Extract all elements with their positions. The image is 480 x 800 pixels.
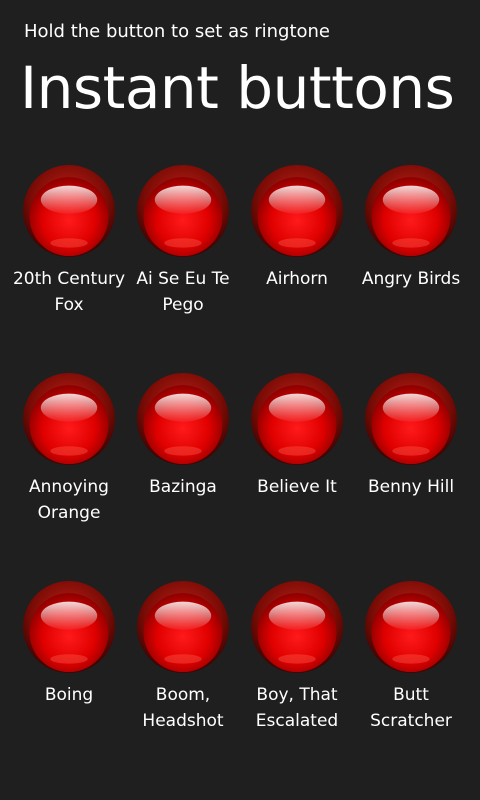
red-push-button-icon[interactable] [22, 164, 116, 258]
red-push-button-icon[interactable] [136, 372, 230, 466]
sound-button-label: Boom, Headshot [142, 685, 224, 731]
red-push-button-icon[interactable] [250, 372, 344, 466]
red-push-button-icon[interactable] [136, 580, 230, 674]
sound-button[interactable]: Airhorn [240, 158, 354, 366]
sound-button[interactable]: Butt Scratcher [354, 574, 468, 782]
sound-button-label: Angry Birds [361, 269, 461, 289]
sound-button-label: Boy, That Escalated [255, 685, 339, 731]
sound-button[interactable]: Ai Se Eu Te Pego [126, 158, 240, 366]
sound-button[interactable]: Boing [12, 574, 126, 782]
red-push-button-icon[interactable] [364, 372, 458, 466]
sound-button[interactable]: Believe It [240, 366, 354, 574]
sound-button-label: Believe It [257, 477, 337, 497]
sound-button-label: Boing [44, 685, 94, 705]
sound-button[interactable]: Boom, Headshot [126, 574, 240, 782]
red-push-button-icon[interactable] [22, 372, 116, 466]
red-push-button-icon[interactable] [22, 580, 116, 674]
sound-button-label: Bazinga [149, 477, 217, 497]
sound-button[interactable]: Annoying Orange [12, 366, 126, 574]
sound-button-label: Benny Hill [367, 477, 455, 497]
sound-button[interactable]: Angry Birds [354, 158, 468, 366]
sound-button-label: Ai Se Eu Te Pego [136, 269, 230, 315]
sound-button[interactable]: Benny Hill [354, 366, 468, 574]
sound-button[interactable]: 20th Century Fox [12, 158, 126, 366]
button-grid: 20th Century Fox Ai Se Eu Te Pego Airhor… [12, 158, 468, 782]
sound-button[interactable]: Boy, That Escalated [240, 574, 354, 782]
red-push-button-icon[interactable] [250, 580, 344, 674]
sound-button-label: Annoying Orange [29, 477, 109, 523]
sound-button-label: Airhorn [266, 269, 328, 289]
red-push-button-icon[interactable] [364, 164, 458, 258]
sound-button-label: Butt Scratcher [370, 685, 452, 731]
sound-button-label: 20th Century Fox [12, 269, 126, 315]
red-push-button-icon[interactable] [250, 164, 344, 258]
page-title: Instant buttons [20, 54, 455, 122]
page-subtitle: Hold the button to set as ringtone [24, 21, 330, 42]
red-push-button-icon[interactable] [364, 580, 458, 674]
red-push-button-icon[interactable] [136, 164, 230, 258]
sound-button[interactable]: Bazinga [126, 366, 240, 574]
